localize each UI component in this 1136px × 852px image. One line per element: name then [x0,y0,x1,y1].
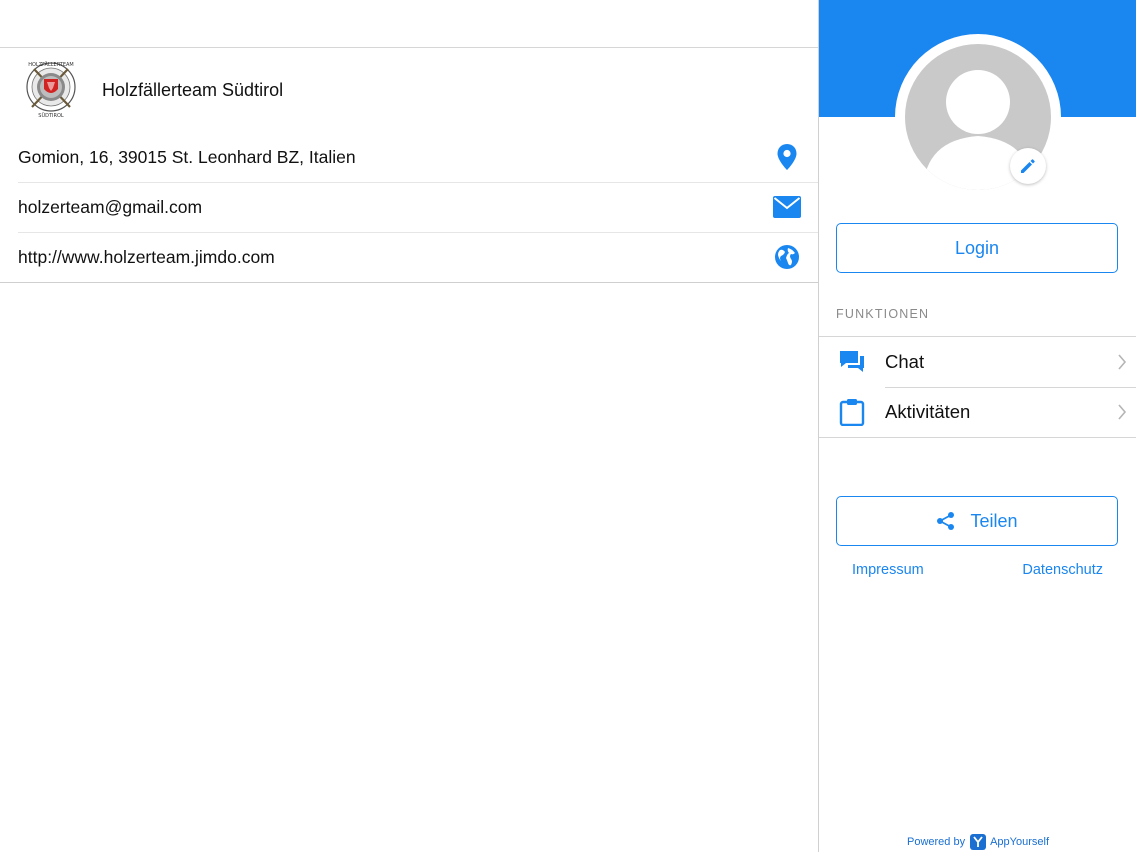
datenschutz-link[interactable]: Datenschutz [1022,562,1103,578]
clipboard-icon [819,387,885,437]
organization-logo: HOLZFÄLLERTEAM SÜDTIROL [26,61,76,119]
organization-name: Holzfällerteam Südtirol [102,79,284,100]
menu-item-aktivitaeten[interactable]: Aktivitäten [819,387,1136,437]
share-label: Teilen [970,510,1018,531]
chat-icon [819,337,885,387]
menu-item-label: Aktivitäten [885,401,971,422]
edit-avatar-button[interactable] [1010,148,1046,184]
pencil-icon [1021,159,1035,173]
globe-icon[interactable] [772,242,802,272]
brand-name: AppYourself [990,836,1049,848]
website-text: http://www.holzerteam.jimdo.com [18,246,275,267]
functions-menu: Chat Aktivitäten [819,336,1136,438]
menu-item-chat[interactable]: Chat [819,337,1136,387]
address-text: Gomion, 16, 39015 St. Leonhard BZ, Itali… [18,146,356,167]
contact-list: Gomion, 16, 39015 St. Leonhard BZ, Itali… [0,132,818,283]
location-pin-icon[interactable] [772,142,802,172]
powered-by-footer[interactable]: Powered by AppYourself [819,834,1136,850]
organization-header: HOLZFÄLLERTEAM SÜDTIROL Holzfällerteam S… [0,48,818,132]
main-pane: HOLZFÄLLERTEAM SÜDTIROL Holzfällerteam S… [0,0,818,852]
chevron-right-icon [1107,404,1136,420]
email-row[interactable]: holzerteam@gmail.com [0,182,818,232]
svg-text:SÜDTIROL: SÜDTIROL [38,112,64,119]
login-button[interactable]: Login [836,223,1118,273]
appyourself-logo-icon [970,834,987,850]
impressum-link[interactable]: Impressum [852,562,924,578]
svg-text:HOLZFÄLLERTEAM: HOLZFÄLLERTEAM [28,61,74,68]
email-text: holzerteam@gmail.com [18,196,203,217]
mail-icon[interactable] [772,192,802,222]
chevron-right-icon [1107,354,1136,370]
website-row[interactable]: http://www.holzerteam.jimdo.com [0,232,818,282]
top-bar [0,0,818,48]
address-row[interactable]: Gomion, 16, 39015 St. Leonhard BZ, Itali… [0,132,818,182]
share-icon [937,512,955,530]
sidebar: Login FUNKTIONEN Chat Aktivitäten Teilen… [818,0,1136,852]
share-button[interactable]: Teilen [836,496,1118,546]
section-label-funktionen: FUNKTIONEN [836,307,930,321]
powered-by-text: Powered by [906,836,966,848]
menu-item-label: Chat [885,351,925,372]
